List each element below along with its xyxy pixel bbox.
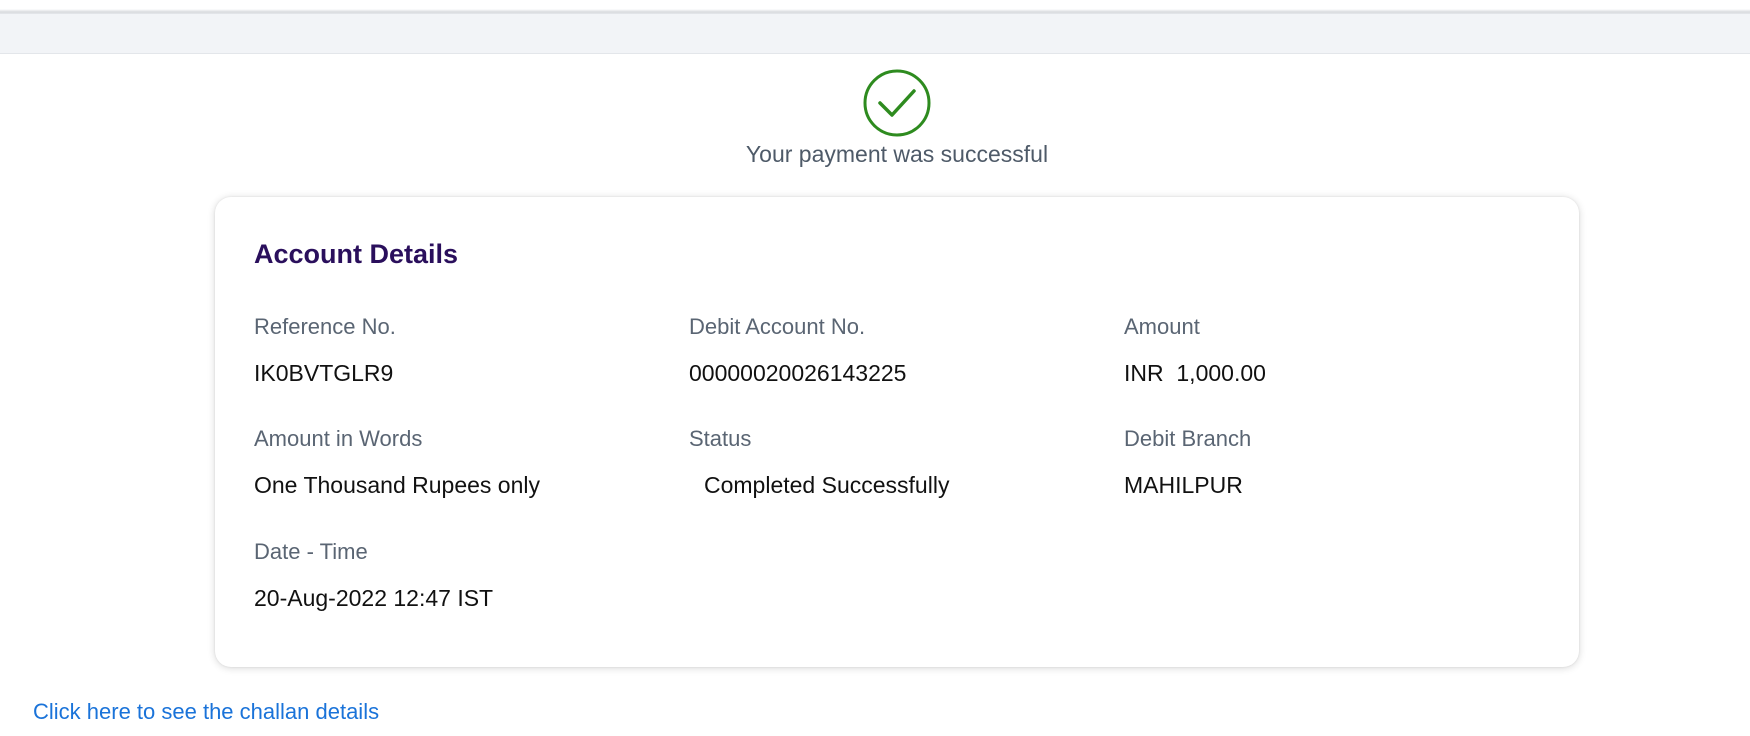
field-debit-account-no: Debit Account No. 00000020026143225 — [689, 314, 906, 387]
field-value: 20-Aug-2022 12:47 IST — [254, 585, 494, 611]
card-title: Account Details — [254, 239, 459, 269]
field-status: Status Completed Successfully — [689, 426, 949, 499]
field-label: Amount in Words — [254, 426, 423, 451]
field-value: IK0BVTGLR9 — [254, 360, 394, 386]
field-amount-in-words: Amount in Words One Thousand Rupees only — [254, 426, 540, 499]
check-circle-icon — [863, 69, 931, 137]
field-reference-no: Reference No. IK0BVTGLR9 — [254, 314, 396, 387]
field-label: Debit Account No. — [689, 314, 866, 339]
account-details-card: Account Details Reference No. IK0BVTGLR9… — [215, 197, 1579, 667]
challan-details-link[interactable]: Click here to see the challan details — [33, 699, 379, 725]
field-amount: Amount INR 1,000.00 — [1124, 314, 1266, 387]
status-value: Completed Successfully — [704, 472, 950, 498]
field-label: Debit Branch — [1124, 426, 1252, 451]
field-label: Date - Time — [254, 539, 368, 564]
payment-success-message: Your payment was successful — [745, 141, 1049, 167]
field-value: MAHILPUR — [1124, 472, 1243, 498]
top-header-shadow — [0, 0, 1750, 14]
field-value: 00000020026143225 — [689, 360, 907, 386]
field-value: INR 1,000.00 — [1124, 360, 1266, 386]
field-label: Amount — [1124, 314, 1200, 339]
field-label: Status — [689, 426, 752, 451]
field-value: One Thousand Rupees only — [254, 472, 540, 498]
top-banner — [0, 14, 1750, 54]
field-debit-branch: Debit Branch MAHILPUR — [1124, 426, 1251, 499]
field-date-time: Date - Time 20-Aug-2022 12:47 IST — [254, 539, 493, 612]
field-label: Reference No. — [254, 314, 396, 339]
